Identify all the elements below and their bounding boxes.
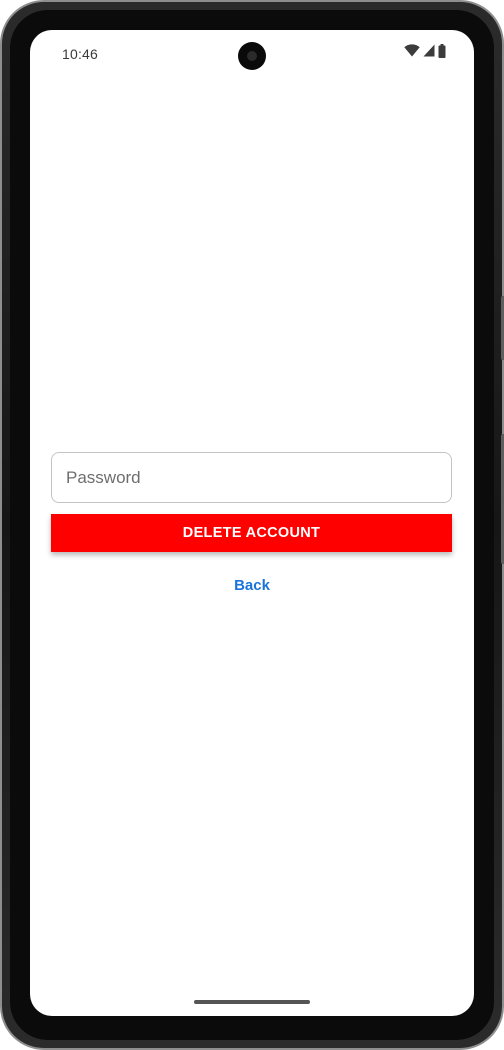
delete-account-button[interactable]: DELETE ACCOUNT (51, 514, 452, 552)
password-field[interactable] (51, 452, 452, 503)
home-indicator[interactable] (194, 1000, 310, 1004)
wifi-icon (404, 44, 420, 62)
phone-frame: 10:46 DELETE ACCOUNT Back (0, 0, 504, 1050)
password-input[interactable] (52, 453, 451, 502)
status-bar: 10:46 (30, 30, 474, 78)
screen: 10:46 DELETE ACCOUNT Back (30, 30, 474, 1016)
status-icons (404, 43, 446, 63)
battery-icon (438, 43, 446, 63)
status-time: 10:46 (62, 46, 99, 62)
cellular-signal-icon (423, 44, 435, 62)
back-button[interactable]: Back (202, 570, 302, 600)
front-camera (238, 42, 266, 70)
